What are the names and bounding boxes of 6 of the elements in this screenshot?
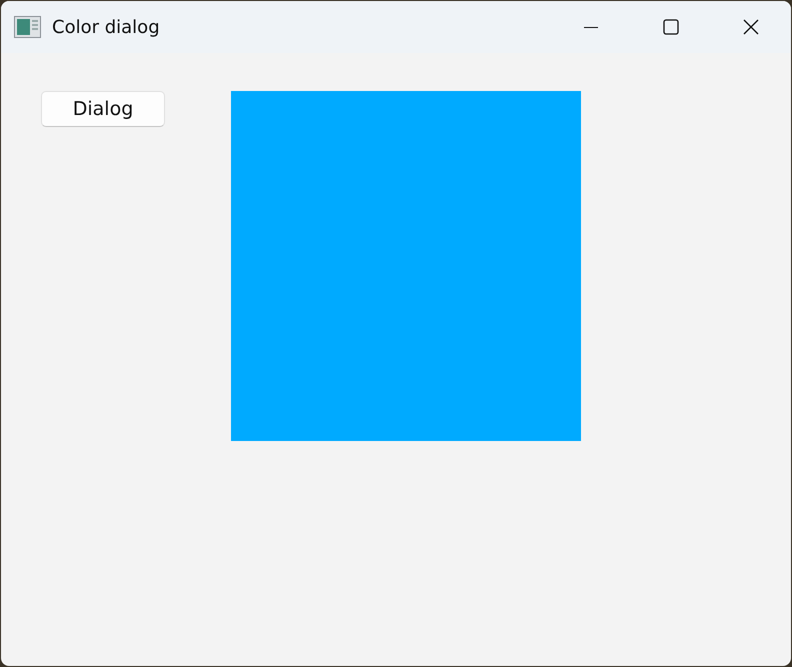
app-icon (14, 16, 41, 38)
minimize-icon (584, 26, 598, 28)
maximize-icon (663, 19, 679, 35)
window-title: Color dialog (52, 16, 160, 38)
dialog-button[interactable]: Dialog (41, 91, 165, 127)
close-icon (743, 19, 759, 35)
